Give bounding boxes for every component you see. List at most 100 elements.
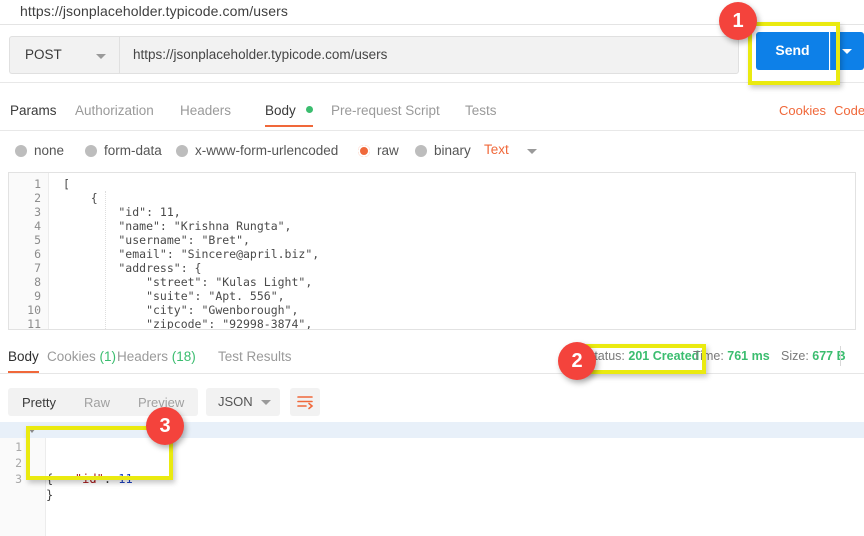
- radio-none-label: none: [34, 143, 64, 158]
- radio-binary-label: binary: [434, 143, 471, 158]
- response-tab-headers[interactable]: Headers (18): [117, 349, 196, 364]
- annotation-badge-1: 1: [719, 2, 757, 40]
- line-code: "zipcode": "92998-3874",: [63, 317, 312, 330]
- editor-line: 9 "suite": "Apt. 556",: [9, 289, 856, 303]
- line-code: "address": {: [63, 261, 201, 275]
- wrap-lines-button[interactable]: [290, 388, 320, 416]
- line-code: "id": 11,: [63, 205, 181, 219]
- radio-dot-icon: [176, 145, 188, 157]
- cookies-link[interactable]: Cookies: [779, 103, 826, 118]
- request-body-editor[interactable]: 1[ 2 { 3 "id": 11, 4 "name": "Krishna Ru…: [8, 172, 856, 330]
- page-url-label: https://jsonplaceholder.typicode.com/use…: [20, 3, 288, 19]
- line-number: 10: [9, 303, 41, 317]
- request-tabs: Params Authorization Headers Body Pre-re…: [0, 95, 864, 131]
- line-code: "username": "Bret",: [63, 233, 250, 247]
- response-tab-cookies-count: (1): [100, 349, 117, 364]
- response-line: 2 "id": 11: [0, 439, 864, 455]
- fold-triangle-icon[interactable]: [28, 428, 36, 433]
- response-status-value: 201 Created: [628, 349, 699, 363]
- editor-line: 3 "id": 11,: [9, 205, 856, 219]
- code-link[interactable]: Code: [834, 103, 864, 118]
- send-button-label: Send: [756, 42, 829, 58]
- tab-authorization[interactable]: Authorization: [75, 103, 154, 118]
- response-tab-cookies[interactable]: Cookies (1): [47, 349, 116, 364]
- radio-none[interactable]: none: [15, 142, 64, 160]
- request-url-value: https://jsonplaceholder.typicode.com/use…: [133, 47, 387, 62]
- radio-form-data-label: form-data: [104, 143, 162, 158]
- line-number: 3: [9, 205, 41, 219]
- radio-dot-icon: [85, 145, 97, 157]
- line-code: "id": 11: [46, 471, 133, 487]
- tab-params[interactable]: Params: [10, 103, 57, 118]
- response-time-value: 761 ms: [727, 349, 769, 363]
- radio-binary[interactable]: binary: [415, 142, 471, 160]
- radio-x-www-form-urlencoded[interactable]: x-www-form-urlencoded: [176, 142, 338, 160]
- editor-line: 4 "name": "Krishna Rungta",: [9, 219, 856, 233]
- response-time-key: Time:: [693, 349, 724, 363]
- editor-line: 8 "street": "Kulas Light",: [9, 275, 856, 289]
- response-tab-headers-label: Headers: [117, 349, 168, 364]
- json-value: 11: [118, 472, 132, 486]
- editor-line: 11 "zipcode": "92998-3874",: [9, 317, 856, 330]
- line-number: 6: [9, 247, 41, 261]
- line-number: 3: [0, 471, 22, 487]
- line-code: }: [46, 487, 53, 503]
- send-options-button[interactable]: [830, 32, 864, 70]
- radio-raw-label: raw: [377, 143, 399, 158]
- chevron-down-icon: [96, 54, 106, 59]
- radio-dot-icon: [15, 145, 27, 157]
- editor-line: 10 "city": "Gwenborough",: [9, 303, 856, 317]
- line-number: 11: [9, 317, 41, 330]
- line-number: 9: [9, 289, 41, 303]
- response-size-key: Size:: [781, 349, 809, 363]
- response-size: Size: 677 B: [781, 349, 846, 363]
- editor-line: 6 "email": "Sincere@april.biz",: [9, 247, 856, 261]
- line-number: 8: [9, 275, 41, 289]
- response-tab-body[interactable]: Body: [8, 349, 39, 364]
- tab-pre-request-script-label: Pre-request Script: [331, 103, 440, 118]
- editor-lines: 1[ 2 { 3 "id": 11, 4 "name": "Krishna Ru…: [9, 177, 856, 330]
- http-method-label: POST: [25, 47, 62, 62]
- response-tab-cookies-label: Cookies: [47, 349, 96, 364]
- response-tab-test-results[interactable]: Test Results: [218, 349, 292, 364]
- line-number: 4: [9, 219, 41, 233]
- view-mode-pretty[interactable]: Pretty: [8, 395, 70, 410]
- tab-body-active-underline: [265, 125, 313, 127]
- tab-authorization-label: Authorization: [75, 103, 154, 118]
- editor-line: 1[: [9, 177, 856, 191]
- line-code: {: [63, 191, 98, 205]
- response-line: 1 {: [0, 423, 864, 439]
- send-button[interactable]: Send: [756, 32, 829, 70]
- line-code: "name": "Krishna Rungta",: [63, 219, 291, 233]
- response-tab-headers-count: (18): [172, 349, 196, 364]
- response-body-viewer[interactable]: 1 { 2 "id": 11 3 }: [0, 422, 864, 536]
- postman-window: https://jsonplaceholder.typicode.com/use…: [0, 0, 864, 536]
- response-status: Status: 201 Created: [586, 349, 699, 363]
- response-language-label: JSON: [218, 394, 253, 409]
- tab-headers[interactable]: Headers: [180, 103, 231, 118]
- request-url-input[interactable]: https://jsonplaceholder.typicode.com/use…: [119, 36, 739, 74]
- line-number: 7: [9, 261, 41, 275]
- radio-dot-selected-icon: [358, 145, 370, 157]
- raw-format-selector[interactable]: Text: [484, 142, 509, 157]
- tab-pre-request-script[interactable]: Pre-request Script: [331, 103, 440, 118]
- response-language-selector[interactable]: JSON: [206, 388, 280, 416]
- response-tab-body-active-underline: [8, 371, 39, 373]
- http-method-selector[interactable]: POST: [9, 36, 119, 74]
- chevron-down-icon: [842, 49, 852, 54]
- view-mode-raw[interactable]: Raw: [70, 395, 124, 410]
- radio-form-data[interactable]: form-data: [85, 142, 162, 160]
- radio-raw[interactable]: raw: [358, 142, 399, 160]
- tab-params-label: Params: [10, 103, 57, 118]
- tab-tests[interactable]: Tests: [465, 103, 497, 118]
- tab-body[interactable]: Body: [265, 103, 313, 118]
- response-format-bar: Pretty Raw Preview JSON: [0, 383, 864, 421]
- line-code: "city": "Gwenborough",: [63, 303, 298, 317]
- chevron-down-icon: [261, 400, 271, 405]
- annotation-badge-3: 3: [146, 407, 184, 445]
- json-separator: :: [104, 472, 118, 486]
- response-tab-body-label: Body: [8, 349, 39, 364]
- response-line: 3 }: [0, 455, 864, 471]
- annotation-badge-2: 2: [558, 342, 596, 380]
- tab-body-label: Body: [265, 103, 296, 118]
